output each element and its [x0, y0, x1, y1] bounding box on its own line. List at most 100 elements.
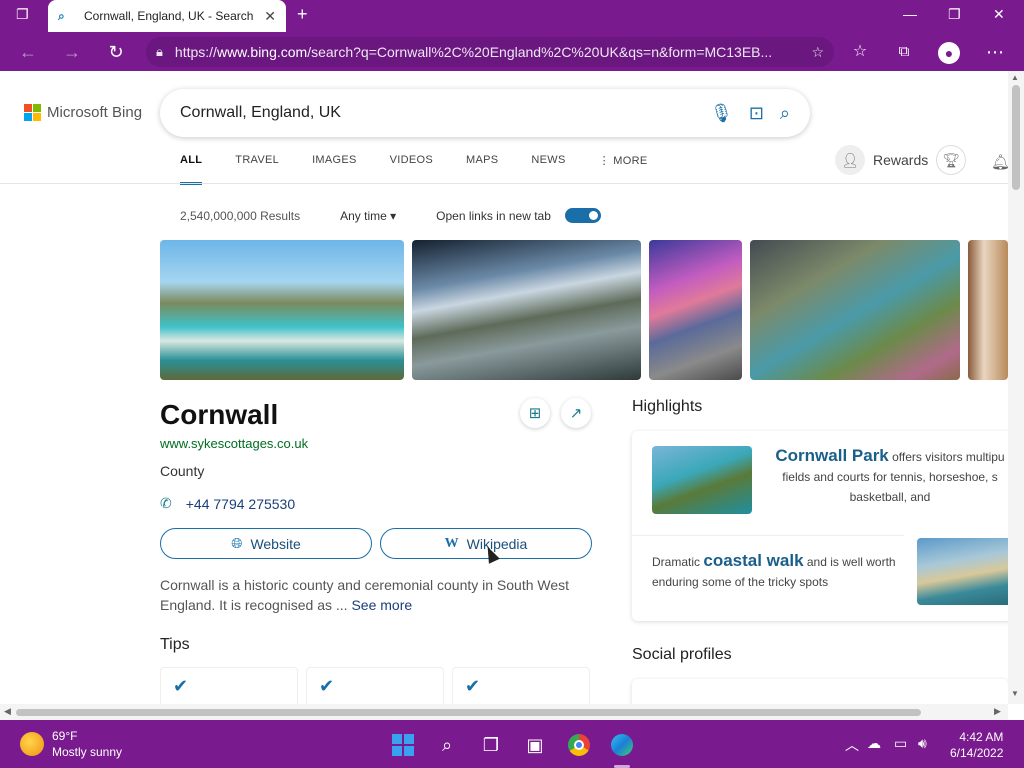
- tip-card[interactable]: ✔: [452, 667, 590, 704]
- entity-title: Cornwall: [160, 399, 279, 430]
- microsoft-logo-icon: [24, 104, 41, 121]
- highlights-card: Cornwall Park offers visitors multipu fi…: [632, 431, 1008, 621]
- horizontal-scroll-thumb[interactable]: [16, 709, 921, 716]
- results-meta: 2,540,000,000 Results Any time ▾ Open li…: [180, 208, 601, 223]
- social-profiles-heading: Social profiles: [632, 646, 732, 663]
- back-icon[interactable]: ←: [17, 41, 39, 63]
- notifications-bell-icon[interactable]: 🔔︎: [991, 153, 1008, 171]
- cornwall-photo-1[interactable]: [160, 240, 404, 380]
- cornwall-photo-3[interactable]: [649, 240, 742, 380]
- globe-icon: 🌐︎: [231, 535, 243, 551]
- url-text: https://www.bing.com/search?q=Cornwall%2…: [174, 44, 773, 60]
- tab-more[interactable]: ⋮ MORE: [599, 154, 648, 185]
- close-tab-icon[interactable]: ✕: [264, 8, 276, 25]
- highlight-divider: [632, 535, 904, 536]
- weather-widget[interactable]: 69°F Mostly sunny: [20, 728, 122, 760]
- cornwall-photo-5[interactable]: [968, 240, 1008, 380]
- close-window-icon[interactable]: ✕: [993, 6, 1005, 23]
- windows-start-icon[interactable]: [390, 732, 416, 758]
- add-favorite-icon[interactable]: ☆: [811, 44, 824, 61]
- entity-website-link[interactable]: www.sykescottages.co.uk: [160, 436, 308, 451]
- weather-condition: Mostly sunny: [52, 745, 123, 759]
- microphone-icon[interactable]: 🎙︎: [710, 103, 733, 124]
- refresh-icon[interactable]: ↻: [105, 41, 127, 63]
- scroll-right-icon[interactable]: ▶: [994, 706, 1001, 717]
- edge-icon[interactable]: [609, 732, 635, 758]
- entity-description: Cornwall is a historic county and ceremo…: [160, 577, 570, 613]
- rewards[interactable]: 👤︎ Rewards 🏆︎: [835, 145, 967, 175]
- browser-tab[interactable]: ⌕ Cornwall, England, UK - Search ✕: [48, 0, 286, 32]
- vertical-scrollbar[interactable]: ▲ ▼: [1008, 71, 1024, 704]
- more-menu-icon[interactable]: ⋯: [984, 41, 1006, 63]
- minimize-icon[interactable]: —: [903, 6, 917, 22]
- volume-icon[interactable]: 🔊︎: [918, 735, 927, 752]
- partly-sunny-icon: [20, 732, 44, 756]
- lock-icon: 🔒︎: [156, 44, 163, 59]
- cornwall-photo-4[interactable]: [750, 240, 960, 380]
- tab-travel[interactable]: TRAVEL: [235, 154, 279, 185]
- vertical-scroll-thumb[interactable]: [1012, 85, 1020, 190]
- search-input[interactable]: Cornwall, England, UK 🎙︎ ⊡ ⌕: [160, 89, 810, 137]
- tab-images[interactable]: IMAGES: [312, 154, 357, 185]
- coastal-walk-image[interactable]: [917, 538, 1008, 605]
- entity-phone[interactable]: ✆ +44 7794 275530: [160, 495, 295, 512]
- cornwall-photo-2[interactable]: [412, 240, 641, 380]
- cornwall-park-image[interactable]: [652, 446, 752, 514]
- task-view-icon[interactable]: ❐: [478, 732, 504, 758]
- temperature: 69°F: [52, 729, 78, 743]
- more-dots-icon: ⋮: [598, 155, 614, 167]
- onedrive-cloud-icon[interactable]: ☁: [867, 735, 881, 752]
- website-button[interactable]: 🌐︎ Website: [160, 528, 372, 559]
- verified-check-icon: ✔: [319, 676, 335, 696]
- favorites-icon[interactable]: ☆: [849, 41, 871, 63]
- tip-card[interactable]: ✔: [160, 667, 298, 704]
- social-profiles-card: [632, 679, 1008, 704]
- share-icon[interactable]: ↗: [561, 398, 591, 428]
- forward-icon[interactable]: →: [61, 41, 83, 63]
- new-tab-icon[interactable]: +: [297, 4, 308, 25]
- show-hidden-icons-icon[interactable]: ︿: [845, 735, 859, 755]
- highlight-item-2[interactable]: Dramatic coastal walk and is well worth …: [652, 551, 897, 592]
- teams-chat-icon[interactable]: ▣: [522, 732, 548, 758]
- phone-icon: ✆: [160, 495, 172, 511]
- rewards-label: Rewards: [873, 152, 929, 168]
- horizontal-scrollbar[interactable]: ◀ ▶: [0, 704, 1008, 720]
- search-icon[interactable]: ⌕: [434, 732, 460, 758]
- network-icon[interactable]: ▭: [894, 735, 907, 752]
- highlights-heading: Highlights: [632, 398, 703, 415]
- result-count: 2,540,000,000 Results: [180, 208, 301, 223]
- address-bar: ← → ↻ 🔒︎ https://www.bing.com/search?q=C…: [0, 32, 1024, 71]
- profile-icon[interactable]: ●: [938, 41, 960, 64]
- chrome-icon[interactable]: [566, 732, 592, 758]
- tab-all[interactable]: ALL: [180, 154, 203, 185]
- search-query: Cornwall, England, UK: [180, 104, 341, 121]
- trophy-icon[interactable]: 🏆︎: [936, 145, 967, 175]
- time-filter-dropdown[interactable]: Any time ▾: [340, 209, 396, 223]
- caret-down-icon: ▾: [390, 208, 397, 223]
- collections-icon[interactable]: ⧉: [893, 41, 915, 63]
- clock-time: 4:42 AM: [959, 730, 1004, 744]
- tab-actions-icon[interactable]: ❐: [16, 6, 29, 23]
- tab-news[interactable]: NEWS: [531, 154, 565, 185]
- scroll-left-icon[interactable]: ◀: [4, 706, 11, 717]
- scroll-up-icon[interactable]: ▲: [1011, 73, 1019, 82]
- clock-date: 6/14/2022: [950, 746, 1004, 760]
- tab-maps[interactable]: MAPS: [466, 154, 498, 185]
- see-more-link[interactable]: See more: [351, 597, 412, 613]
- scroll-down-icon[interactable]: ▼: [1011, 689, 1019, 698]
- system-clock[interactable]: 4:42 AM 6/14/2022: [950, 729, 1003, 761]
- add-to-collection-icon[interactable]: ⊞: [520, 398, 550, 428]
- taskbar: 69°F Mostly sunny ⌕ ❐ ▣ ︿ ☁ ▭ 🔊︎ 4:42 AM…: [0, 720, 1024, 768]
- tip-card[interactable]: ✔: [306, 667, 444, 704]
- bing-logo[interactable]: Microsoft Bing: [24, 104, 142, 121]
- open-links-toggle[interactable]: [564, 208, 601, 223]
- visual-search-icon[interactable]: ⊡: [749, 103, 764, 124]
- restore-icon[interactable]: ❐: [948, 6, 961, 23]
- tab-videos[interactable]: VIDEOS: [390, 154, 433, 185]
- entity-type: County: [160, 463, 205, 479]
- highlight-item-1[interactable]: Cornwall Park offers visitors multipu fi…: [768, 446, 1008, 507]
- search-icon[interactable]: ⌕: [780, 103, 790, 124]
- user-avatar-icon[interactable]: 👤︎: [835, 145, 865, 175]
- title-bar: ❐ ⌕ Cornwall, England, UK - Search ✕ + —…: [0, 0, 1024, 32]
- url-field[interactable]: 🔒︎ https://www.bing.com/search?q=Cornwal…: [146, 37, 834, 67]
